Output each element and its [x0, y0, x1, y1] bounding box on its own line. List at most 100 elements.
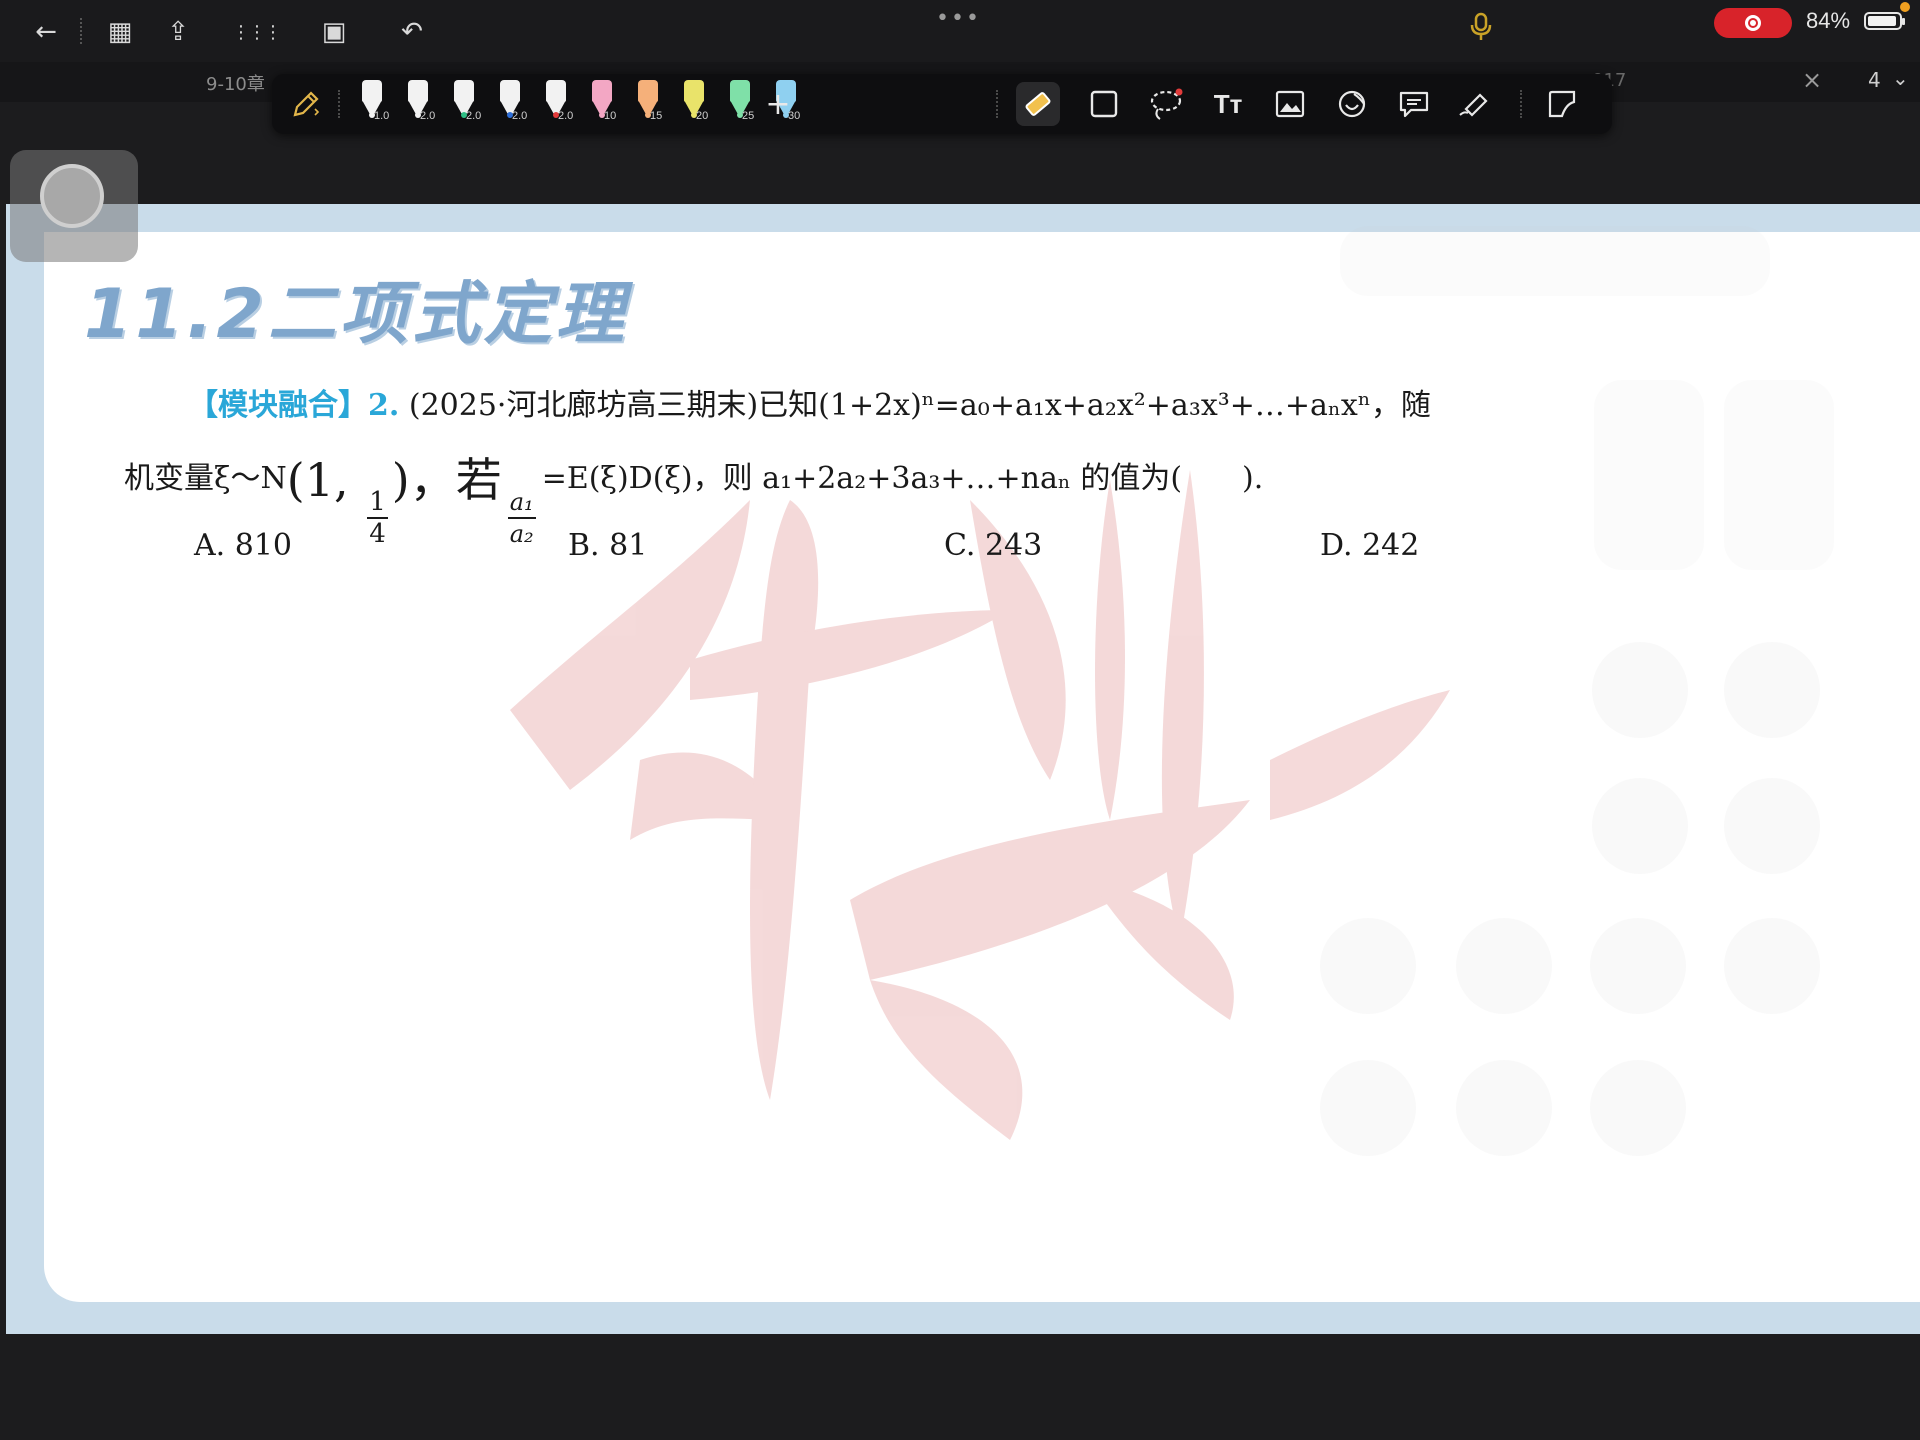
pen-body	[546, 80, 566, 102]
lasso-icon[interactable]	[1144, 80, 1188, 128]
close-icon[interactable]: ×	[1802, 66, 1822, 94]
pen-7[interactable]: 15	[628, 78, 668, 130]
microphone-icon[interactable]	[1470, 12, 1492, 49]
divider	[996, 90, 1000, 118]
option-b[interactable]: B. 81	[568, 528, 647, 563]
overlay-slider	[1724, 380, 1834, 570]
add-pen-icon[interactable]: +	[756, 80, 800, 128]
overlay-button	[1592, 642, 1688, 738]
app-root: ← ▦ ⇪ ⋮⋮⋮ ▣ ↶ ••• 84% 9-10章 017 × 4 ⌄	[0, 0, 1920, 1440]
pen-size-label: 1.0	[374, 110, 390, 122]
back-arrow-icon[interactable]: ←	[26, 12, 66, 52]
pen-9[interactable]: 25	[720, 78, 760, 130]
pen-5[interactable]: 2.0	[536, 78, 576, 130]
crop-region-icon[interactable]	[1540, 80, 1584, 128]
question-line-1: 【模块融合】2. (2025·河北廊坊高三期末)已知(1+2x)ⁿ=a₀+a₁x…	[188, 380, 1431, 424]
layout-icon[interactable]: ▣	[314, 12, 354, 52]
pen-body	[362, 80, 382, 102]
pen-1[interactable]: 1.0	[352, 78, 392, 130]
pen-settings-icon[interactable]	[284, 80, 328, 128]
pen-2[interactable]: 2.0	[398, 78, 438, 130]
top-bar: ← ▦ ⇪ ⋮⋮⋮ ▣ ↶ ••• 84%	[0, 0, 1920, 62]
pen-size-label: 2.0	[420, 110, 436, 122]
option-d[interactable]: D. 242	[1320, 528, 1419, 563]
pen-size-label: 2.0	[558, 110, 574, 122]
pen-size-label: 20	[696, 110, 709, 122]
text-tool-icon[interactable]: Tт	[1206, 80, 1250, 128]
answer-options: A. 810 B. 81 C. 243 D. 242	[194, 528, 1494, 572]
option-value: 810	[234, 528, 293, 563]
tab-9-10[interactable]: 9-10章	[206, 70, 265, 96]
overlay-slider	[1594, 380, 1704, 570]
pen-size-label: 2.0	[512, 110, 528, 122]
pen-size-label: 2.0	[466, 110, 482, 122]
question-text-1: (2025·河北廊坊高三期末)已知(1+2x)ⁿ=a₀+a₁x+a₂x²+a₃x…	[408, 388, 1431, 423]
battery-icon	[1864, 12, 1905, 30]
option-c[interactable]: C. 243	[944, 528, 1042, 563]
overlay-button	[1724, 918, 1820, 1014]
pen-4[interactable]: 2.0	[490, 78, 530, 130]
divider	[1520, 90, 1524, 118]
option-label: D.	[1320, 528, 1353, 563]
pen-toolbar: 1.0 2.0 2.0 2.0 2.0 10 15 20 25 30 + Tт	[272, 74, 1612, 134]
question-number: 2.	[368, 388, 400, 423]
question-text-2b: =E(ξ)D(ξ)，则 a₁+2a₂+3a₃+…+naₙ 的值为( ).	[541, 461, 1264, 496]
eraser-shape	[1024, 90, 1052, 118]
page-number[interactable]: 4	[1868, 68, 1881, 92]
chevron-down-icon[interactable]: ⌄	[1892, 66, 1909, 90]
comment-icon[interactable]	[1392, 80, 1436, 128]
bottom-bar	[0, 1334, 1920, 1440]
apps-grid-icon[interactable]: ⋮⋮⋮	[232, 12, 282, 52]
thumbnail-grid-icon[interactable]: ▦	[100, 12, 140, 52]
pen-8[interactable]: 20	[674, 78, 714, 130]
sticker-icon[interactable]	[1330, 80, 1374, 128]
option-label: B.	[568, 528, 600, 563]
close-paren: )，若	[391, 453, 502, 507]
pen-body	[592, 80, 612, 102]
record-icon	[1745, 15, 1761, 31]
overlay-button	[1456, 918, 1552, 1014]
floating-assistive-button[interactable]	[10, 150, 138, 262]
pen-body	[684, 80, 704, 102]
pen-body	[730, 80, 750, 102]
battery-percent: 84%	[1806, 8, 1851, 33]
divider	[338, 90, 342, 118]
question-text-2a: 机变量ξ～N	[124, 461, 287, 496]
overlay-button	[1724, 778, 1820, 874]
option-value: 242	[1362, 528, 1420, 563]
pen-size-label: 25	[742, 110, 755, 122]
notification-dot	[1900, 2, 1910, 12]
option-a[interactable]: A. 810	[194, 528, 292, 563]
eraser-icon[interactable]	[1016, 82, 1060, 126]
image-icon[interactable]	[1268, 80, 1312, 128]
question-tag: 【模块融合】	[188, 388, 368, 423]
pen-size-label: 10	[604, 110, 617, 122]
option-label: A.	[194, 528, 226, 563]
pen-body	[638, 80, 658, 102]
shape-rectangle-icon[interactable]	[1082, 80, 1126, 128]
assistive-ball-icon	[40, 164, 104, 228]
undo-icon[interactable]: ↶	[392, 12, 432, 52]
more-options-icon[interactable]: •••	[936, 6, 981, 31]
option-value: 81	[609, 528, 648, 563]
open-paren: (1,	[286, 453, 364, 507]
overlay-button	[1724, 642, 1820, 738]
pen-size-label: 15	[650, 110, 663, 122]
overlay-button	[1456, 1060, 1552, 1156]
export-icon[interactable]: ⇪	[158, 12, 198, 52]
overlay-button	[1320, 918, 1416, 1014]
pen-6[interactable]: 10	[582, 78, 622, 130]
fraction-numerator: 1	[367, 487, 388, 519]
option-label: C.	[944, 528, 976, 563]
overlay-button	[1320, 1060, 1416, 1156]
pen-body	[500, 80, 520, 102]
fraction-numerator: a₁	[507, 487, 536, 519]
highlighter-icon[interactable]	[1454, 80, 1498, 128]
pen-body	[454, 80, 474, 102]
section-title: 11.2二项式定理	[84, 275, 628, 354]
pen-3[interactable]: 2.0	[444, 78, 484, 130]
screen-recording-indicator[interactable]	[1714, 8, 1792, 38]
overlay-button	[1592, 778, 1688, 874]
pen-body	[408, 80, 428, 102]
overlay-button	[1590, 918, 1686, 1014]
